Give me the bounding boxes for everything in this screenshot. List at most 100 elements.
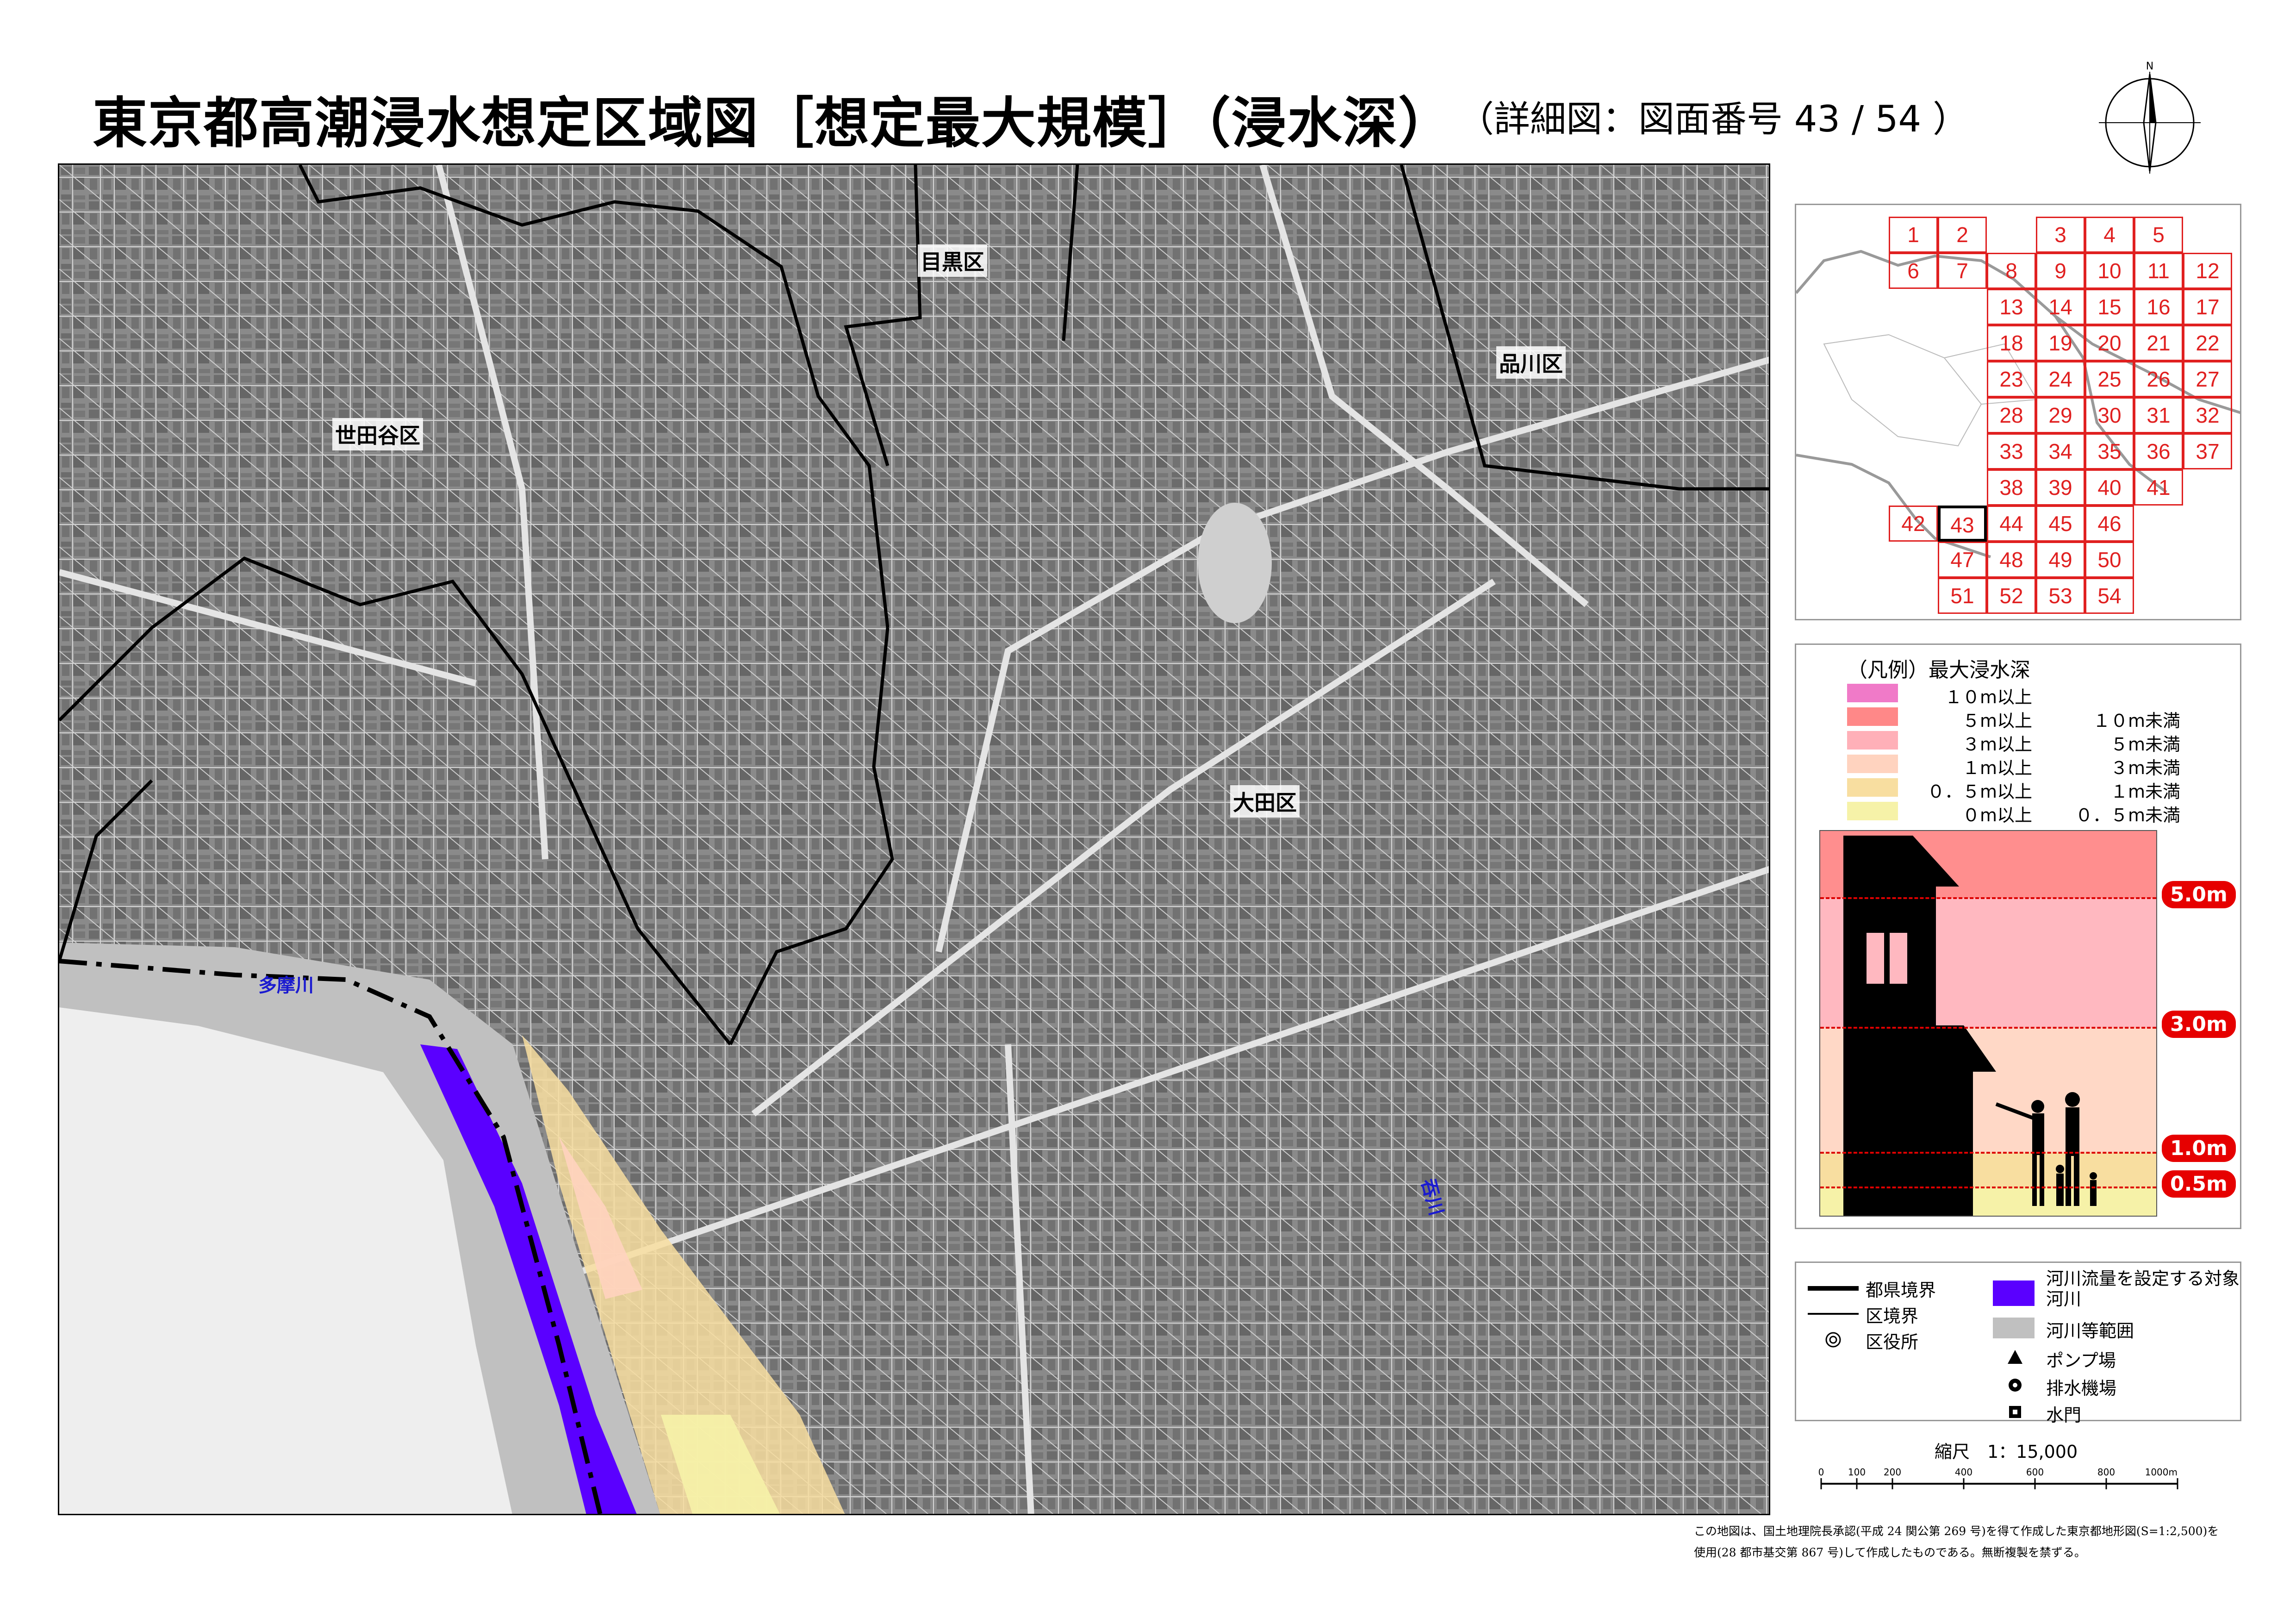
index-sheet-12[interactable]: 12 <box>2183 253 2232 289</box>
index-sheet-46[interactable]: 46 <box>2085 506 2134 542</box>
index-sheet-20[interactable]: 20 <box>2085 325 2134 361</box>
index-sheet-31[interactable]: 31 <box>2134 397 2183 433</box>
index-sheet-52[interactable]: 52 <box>1987 578 2036 614</box>
symbol-pump-station: ポンプ場 <box>2046 1350 2116 1371</box>
index-sheet-35[interactable]: 35 <box>2085 433 2134 469</box>
index-sheet-34[interactable]: 34 <box>2036 433 2085 469</box>
index-sheet-54[interactable]: 54 <box>2085 578 2134 614</box>
index-sheet-37[interactable]: 37 <box>2183 433 2232 469</box>
index-sheet-17[interactable]: 17 <box>2183 289 2232 325</box>
triangle-icon <box>2008 1350 2022 1364</box>
index-sheet-28[interactable]: 28 <box>1987 397 2036 433</box>
index-sheet-38[interactable]: 38 <box>1987 469 2036 506</box>
index-sheet-47[interactable]: 47 <box>1938 542 1987 578</box>
index-sheet-6[interactable]: 6 <box>1889 253 1938 289</box>
depth-line-3m <box>1820 1027 2156 1029</box>
index-sheet-8[interactable]: 8 <box>1987 253 2036 289</box>
ward-label-meguro: 目黒区 <box>918 244 987 277</box>
index-sheet-51[interactable]: 51 <box>1938 578 1987 614</box>
index-sheet-3[interactable]: 3 <box>2036 217 2085 253</box>
north-label: N <box>2146 61 2153 72</box>
legend-to: １m未満 <box>2110 781 2180 802</box>
index-sheet-50[interactable]: 50 <box>2085 542 2134 578</box>
symbol-sluice-gate: 水門 <box>2046 1405 2082 1425</box>
index-sheet-40[interactable]: 40 <box>2085 469 2134 506</box>
legend-row-10m: １０m以上 <box>1847 682 2227 707</box>
depth-badge-3m: 3.0m <box>2162 1011 2236 1038</box>
legend-from: ０．５m以上 <box>1927 781 2032 802</box>
scale-tick-label: 600 <box>2026 1467 2044 1478</box>
legend-row-0m: ０m以上 ０．５m未満 <box>1847 800 2227 825</box>
index-sheet-25[interactable]: 25 <box>2085 361 2134 397</box>
legend-swatch <box>1847 755 1898 773</box>
index-sheet-53[interactable]: 53 <box>2036 578 2085 614</box>
credit-line-2: 使用(28 都市基交第 867 号)して作成したものである。無断複製を禁ずる。 <box>1694 1546 2086 1559</box>
legend-from: ０m以上 <box>1962 805 2032 825</box>
index-sheet-4[interactable]: 4 <box>2085 217 2134 253</box>
index-sheet-41[interactable]: 41 <box>2134 469 2183 506</box>
depth-line-0.5m <box>1820 1187 2156 1188</box>
index-sheet-39[interactable]: 39 <box>2036 469 2085 506</box>
legend-swatch <box>1847 707 1898 726</box>
depth-badge-1m: 1.0m <box>2162 1135 2236 1162</box>
credit-line-1: この地図は、国土地理院長承認(平成 24 関公第 269 号)を得て作成した東京… <box>1694 1524 2219 1538</box>
index-sheet-19[interactable]: 19 <box>2036 325 2085 361</box>
index-sheet-36[interactable]: 36 <box>2134 433 2183 469</box>
legend-to: ０．５m未満 <box>2075 805 2180 825</box>
index-sheet-22[interactable]: 22 <box>2183 325 2232 361</box>
scale-tick-label: 800 <box>2097 1467 2115 1478</box>
pond <box>1198 503 1272 623</box>
index-sheet-10[interactable]: 10 <box>2085 253 2134 289</box>
index-sheet-11[interactable]: 11 <box>2134 253 2183 289</box>
index-sheet-14[interactable]: 14 <box>2036 289 2085 325</box>
index-sheet-5[interactable]: 5 <box>2134 217 2183 253</box>
dot-circle-icon <box>2009 1379 2022 1392</box>
index-sheet-45[interactable]: 45 <box>2036 506 2085 542</box>
index-sheet-27[interactable]: 27 <box>2183 361 2232 397</box>
legend-row-1m: １m以上 ３m未満 <box>1847 753 2227 778</box>
index-sheet-13[interactable]: 13 <box>1987 289 2036 325</box>
index-sheet-43[interactable]: 43 <box>1938 506 1987 542</box>
index-sheet-1[interactable]: 1 <box>1889 217 1938 253</box>
legend-row-5m: ５m以上 １０m未満 <box>1847 706 2227 731</box>
legend-swatch <box>1847 684 1898 702</box>
index-sheet-23[interactable]: 23 <box>1987 361 2036 397</box>
index-sheet-42[interactable]: 42 <box>1889 506 1938 542</box>
scale-tick-label: 100 <box>1848 1467 1866 1478</box>
symbol-target-river: 河川流量を設定する対象河川 <box>2046 1268 2240 1309</box>
symbol-ward-office: 区役所 <box>1866 1332 1919 1352</box>
legend-from: １m以上 <box>1962 758 2032 778</box>
scale-bar: 0 100 200 400 600 800 1000m <box>1819 1467 2178 1489</box>
index-sheet-2[interactable]: 2 <box>1938 217 1987 253</box>
index-sheet-21[interactable]: 21 <box>2134 325 2183 361</box>
index-sheet-30[interactable]: 30 <box>2085 397 2134 433</box>
index-sheet-16[interactable]: 16 <box>2134 289 2183 325</box>
legend-from: ５m以上 <box>1962 711 2032 731</box>
depth-line-5m <box>1820 897 2156 899</box>
ward-label-shinagawa: 品川区 <box>1496 346 1566 379</box>
sheet-number: （詳細図：図面番号 43 / 54 ） <box>1458 99 1969 140</box>
index-sheet-26[interactable]: 26 <box>2134 361 2183 397</box>
index-map-panel: 1 2 3 4 5 6 7 8 9 10 11 12 13 14 15 16 17 18 19 20 21 22 23 24 2… <box>1795 204 2241 620</box>
scale-tick-label: 200 <box>1884 1467 1901 1478</box>
index-sheet-49[interactable]: 49 <box>2036 542 2085 578</box>
scale-label: 縮尺 1：15,000 <box>1935 1442 2078 1462</box>
index-sheet-29[interactable]: 29 <box>2036 397 2085 433</box>
index-sheet-44[interactable]: 44 <box>1987 506 2036 542</box>
depth-line-1m <box>1820 1152 2156 1154</box>
index-sheet-24[interactable]: 24 <box>2036 361 2085 397</box>
legend-from: １０m以上 <box>1944 687 2032 707</box>
ward-label-ota: 大田区 <box>1230 785 1300 818</box>
index-sheet-9[interactable]: 9 <box>2036 253 2085 289</box>
depth-badge-0.5m: 0.5m <box>2162 1170 2236 1198</box>
index-sheet-33[interactable]: 33 <box>1987 433 2036 469</box>
index-sheet-32[interactable]: 32 <box>2183 397 2232 433</box>
index-sheet-18[interactable]: 18 <box>1987 325 2036 361</box>
scale-tick-label: 400 <box>1955 1467 1972 1478</box>
map-panel[interactable]: 世田谷区 目黒区 品川区 大田区 多摩川 吞川 <box>58 163 1770 1515</box>
index-sheet-48[interactable]: 48 <box>1987 542 2036 578</box>
legend-to: ５m未満 <box>2110 734 2180 755</box>
index-sheet-15[interactable]: 15 <box>2085 289 2134 325</box>
ward-boundary-line-icon <box>1808 1313 1859 1315</box>
index-sheet-7[interactable]: 7 <box>1938 253 1987 289</box>
